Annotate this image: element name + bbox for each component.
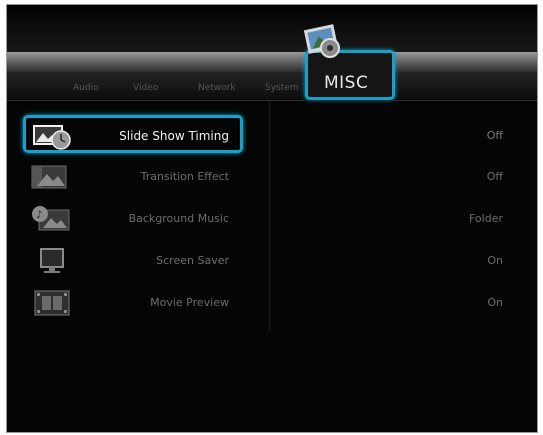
music-image-icon: ♪ xyxy=(32,206,70,231)
tab-misc-label: MISC xyxy=(324,73,369,93)
setting-label: Slide Show Timing xyxy=(119,129,229,143)
setting-label: Transition Effect xyxy=(140,170,229,183)
film-icon xyxy=(34,290,70,316)
setting-value: Off xyxy=(486,129,503,142)
setting-row-background-music[interactable]: ♪ Background Music Folder xyxy=(7,200,517,238)
slideshow-clock-icon xyxy=(33,125,71,150)
tv-settings-screen: Audio Video Network System MISC Slide Sh… xyxy=(6,4,538,433)
setting-row-screen-saver[interactable]: Screen Saver On xyxy=(7,242,517,280)
svg-text:♪: ♪ xyxy=(36,210,42,221)
setting-row-movie-preview[interactable]: Movie Preview On xyxy=(7,284,517,322)
setting-label: Background Music xyxy=(128,212,229,225)
tab-audio[interactable]: Audio xyxy=(73,83,99,93)
tab-system[interactable]: System xyxy=(265,83,299,93)
setting-row-slide-show-timing[interactable]: Slide Show Timing Off xyxy=(7,115,517,155)
monitor-icon xyxy=(40,248,64,273)
setting-value: Folder xyxy=(469,212,503,225)
tab-video[interactable]: Video xyxy=(133,83,158,93)
menu-bar xyxy=(7,52,537,72)
setting-row-transition-effect[interactable]: Transition Effect Off xyxy=(7,158,517,196)
tab-strip: Audio Video Network System xyxy=(7,83,537,97)
transition-image-icon xyxy=(31,165,67,189)
setting-value: On xyxy=(487,296,503,309)
setting-label: Movie Preview xyxy=(150,296,229,309)
tab-network[interactable]: Network xyxy=(198,83,236,93)
setting-label: Screen Saver xyxy=(156,254,229,267)
photo-icon xyxy=(303,24,340,58)
setting-value: On xyxy=(487,254,503,267)
setting-value: Off xyxy=(486,170,503,183)
